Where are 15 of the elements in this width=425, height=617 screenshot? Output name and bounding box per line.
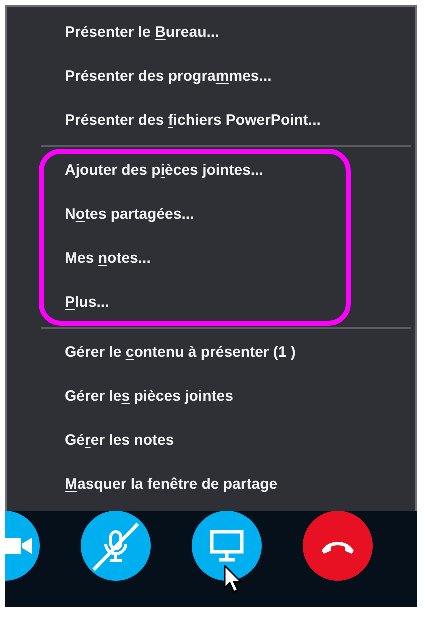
menu-item[interactable]: Gérer le contenu à présenter (1 ) [65, 331, 296, 375]
menu-item[interactable]: Notes partagées... [65, 193, 194, 237]
menu-item[interactable]: Gérer les notes [65, 419, 174, 463]
menu-item[interactable]: Ajouter des pièces jointes... [65, 149, 264, 193]
video-camera-icon [5, 537, 33, 555]
menu-item[interactable]: Présenter le Bureau... [65, 11, 220, 55]
menu-item[interactable]: Masquer la fenêtre de partage [65, 463, 278, 507]
menu-item[interactable]: Présenter des programmes... [65, 55, 272, 99]
monitor-icon [210, 530, 244, 562]
menu-item[interactable]: Gérer les pièces jointes [65, 375, 234, 419]
menu-item[interactable]: Plus... [65, 281, 110, 325]
menu-item[interactable]: Mes notes... [65, 237, 151, 281]
mouse-pointer-icon [224, 565, 242, 593]
hang-up-icon [320, 539, 356, 555]
menu-item[interactable]: Présenter des fichiers PowerPoint... [65, 99, 321, 143]
